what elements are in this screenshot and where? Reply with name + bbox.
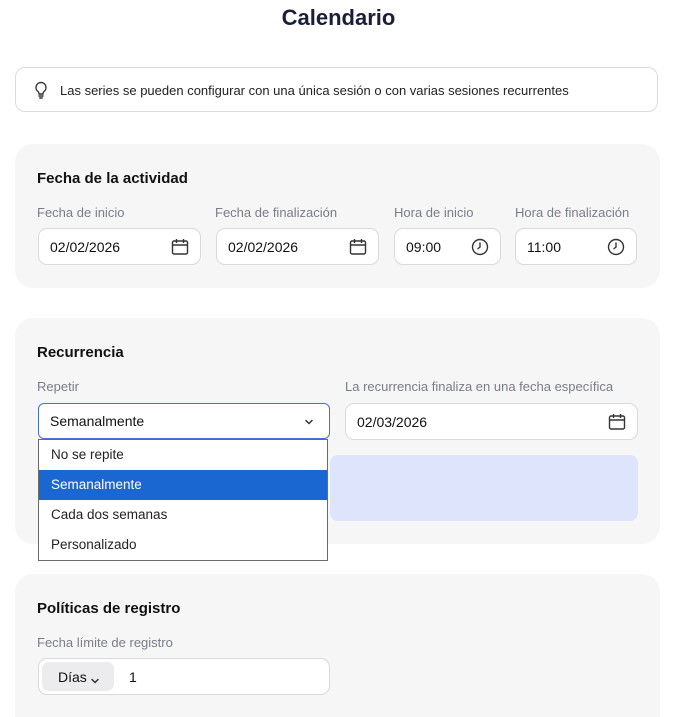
clock-icon[interactable] — [471, 238, 489, 261]
registration-heading: Políticas de registro — [37, 600, 181, 617]
calendar-icon[interactable] — [608, 413, 626, 436]
end-time-value: 11:00 — [527, 239, 561, 255]
option-custom[interactable]: Personalizado — [39, 530, 327, 560]
info-banner: Las series se pueden configurar con una … — [15, 67, 658, 112]
start-date-value: 02/02/2026 — [50, 239, 121, 255]
recurrence-info-box — [330, 455, 638, 521]
end-date-field[interactable]: 02/02/2026 — [216, 228, 379, 265]
deadline-amount-input[interactable]: 1 — [129, 669, 137, 685]
end-time-label: Hora de finalización — [515, 205, 630, 220]
end-time-field[interactable]: 11:00 — [515, 228, 637, 265]
clock-icon[interactable] — [607, 238, 625, 261]
end-date-value: 02/02/2026 — [228, 239, 299, 255]
recurrence-end-label: La recurrencia finaliza en una fecha esp… — [345, 379, 614, 394]
page-title: Calendario — [281, 5, 396, 30]
info-text: Las series se pueden configurar con una … — [60, 83, 569, 98]
repeat-select-value: Semanalmente — [50, 413, 145, 429]
start-date-label: Fecha de inicio — [37, 205, 125, 220]
registration-card: Políticas de registro Fecha límite de re… — [15, 574, 660, 717]
unit-select[interactable]: Días — [42, 662, 114, 691]
start-time-field[interactable]: 09:00 — [394, 228, 501, 265]
calendar-icon[interactable] — [171, 238, 189, 261]
option-no-repeat[interactable]: No se repite — [39, 440, 327, 470]
chevron-down-icon — [90, 673, 100, 691]
repeat-options-list[interactable]: No se repite Semanalmente Cada dos seman… — [38, 439, 328, 561]
unit-value: Días — [58, 669, 87, 685]
repeat-label: Repetir — [37, 379, 79, 394]
option-biweekly[interactable]: Cada dos semanas — [39, 500, 327, 530]
recurrence-end-date-value: 02/03/2026 — [357, 414, 428, 430]
calendar-icon[interactable] — [349, 238, 367, 261]
lightbulb-icon — [33, 81, 49, 104]
repeat-select[interactable]: Semanalmente — [38, 403, 330, 439]
option-weekly[interactable]: Semanalmente — [39, 470, 327, 500]
deadline-field[interactable]: Días 1 — [38, 658, 330, 695]
start-date-field[interactable]: 02/02/2026 — [38, 228, 201, 265]
end-date-label: Fecha de finalización — [215, 205, 338, 220]
activity-heading: Fecha de la actividad — [37, 170, 188, 187]
deadline-label: Fecha límite de registro — [37, 635, 173, 650]
chevron-down-icon — [303, 415, 315, 433]
start-time-value: 09:00 — [406, 239, 442, 255]
recurrence-end-date-field[interactable]: 02/03/2026 — [345, 403, 638, 440]
recurrence-heading: Recurrencia — [37, 344, 124, 361]
activity-date-card: Fecha de la actividad Fecha de inicio Fe… — [15, 144, 660, 288]
start-time-label: Hora de inicio — [394, 205, 474, 220]
